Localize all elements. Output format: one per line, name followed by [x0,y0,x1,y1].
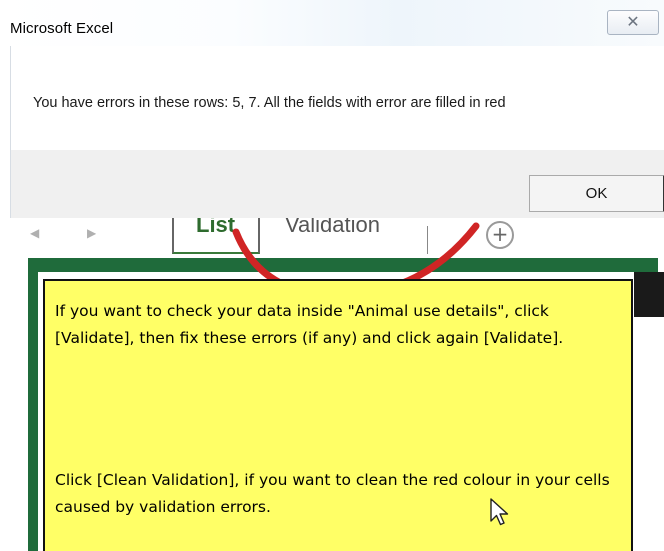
sheet-tab-list[interactable]: List [172,218,260,254]
plus-circle-icon[interactable]: + [486,221,514,249]
mouse-pointer-icon [490,498,509,526]
note-paragraph-clean: Click [Clean Validation], if you want to… [55,471,610,516]
note-paragraph-validate: If you want to check your data inside "A… [55,302,564,347]
ok-button[interactable]: OK [529,175,664,212]
sheet-left-edge [28,272,38,551]
dialog-titlebar: Microsoft Excel ✕ [0,0,664,46]
dialog-title: Microsoft Excel [10,20,114,37]
message-dialog: Microsoft Excel ✕ You have errors in the… [0,0,664,218]
sheet-dark-edge [634,272,664,317]
sheet-tab-label: Validation [285,218,380,237]
dialog-message: You have errors in these rows: 5, 7. All… [33,95,506,111]
close-button[interactable]: ✕ [607,10,659,35]
close-icon: ✕ [626,12,640,31]
add-sheet-label: + [491,222,509,246]
sheet-tab-label: List [196,218,236,237]
dialog-body: You have errors in these rows: 5, 7. All… [10,46,664,150]
sheet-header-bar [28,258,658,272]
screenshot-root: Microsoft Excel ✕ You have errors in the… [0,0,664,551]
help-note: If you want to check your data inside "A… [43,279,633,551]
tab-divider [427,226,428,254]
chevron-left-icon[interactable]: ◀ [30,226,39,240]
dialog-footer: OK [10,150,664,218]
chevron-right-icon[interactable]: ▶ [87,226,96,240]
sheet-tab-validation[interactable]: Validation [285,218,380,254]
sheet-tab-strip: ◀ ▶ List Validation + [0,218,664,258]
